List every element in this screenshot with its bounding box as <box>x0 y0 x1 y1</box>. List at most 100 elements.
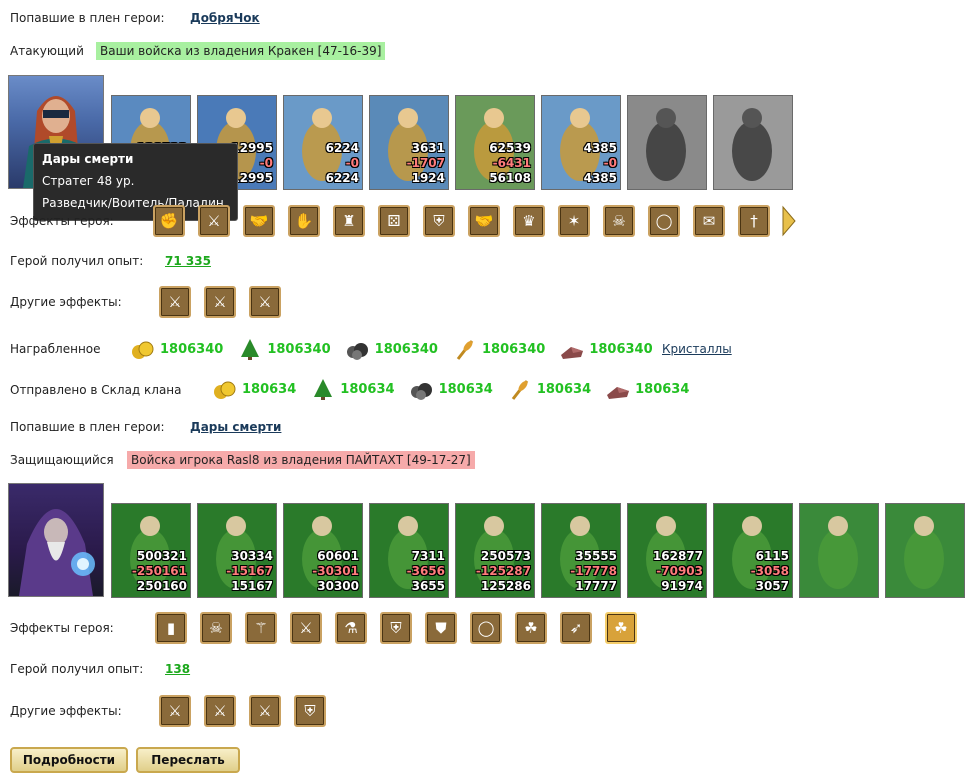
details-button[interactable]: Подробности <box>10 747 128 773</box>
defender-unit-card[interactable]: 500321 -250161 250160 <box>111 503 191 598</box>
clover-icon[interactable]: ☘ <box>605 612 637 644</box>
gold-icon <box>212 377 238 401</box>
attacker-unit-card[interactable]: 4385 -0 4385 <box>541 95 621 190</box>
clan-storage-row: 180634 180634 180634 180634 180634 <box>212 377 703 401</box>
fist-sword-icon[interactable]: ⚔ <box>249 286 281 318</box>
defender-unit-card[interactable] <box>799 503 879 598</box>
attacker-unit-card[interactable]: 62539 -6431 56108 <box>455 95 535 190</box>
attacker-unit-count-c2: -6431 <box>492 156 531 170</box>
defender-unit-count-c2: -250161 <box>131 564 187 578</box>
forward-button[interactable]: Переслать <box>136 747 240 773</box>
defender-unit-count-c1: 30334 <box>231 549 273 563</box>
amulet-icon[interactable]: ✶ <box>558 205 590 237</box>
ring-icon[interactable]: ◯ <box>648 205 680 237</box>
demon-mask-icon[interactable]: ☠ <box>603 205 635 237</box>
attacker-exp-label: Герой получил опыт: <box>10 254 144 268</box>
dagger-icon[interactable]: † <box>738 205 770 237</box>
defender-unit-count-c1: 500321 <box>136 549 187 563</box>
hand-icon[interactable]: ✋ <box>288 205 320 237</box>
door-icon[interactable]: ▮ <box>155 612 187 644</box>
ore-icon <box>409 377 435 401</box>
shield-icon[interactable]: ⛨ <box>294 695 326 727</box>
resource-amount: 180634 <box>242 381 297 397</box>
handshake-icon[interactable]: 🤝 <box>243 205 275 237</box>
clover-icon[interactable]: ☘ <box>515 612 547 644</box>
attacker-other-effects-label: Другие эффекты: <box>10 295 122 309</box>
fist-icon[interactable]: ✊ <box>153 205 185 237</box>
defender-unit-count-c3: 91974 <box>661 579 703 593</box>
defender-unit-count-c2: -3656 <box>406 564 445 578</box>
potion-icon[interactable]: ⚗ <box>335 612 367 644</box>
attacker-unit-count-c2: -0 <box>345 156 359 170</box>
fist-sword-icon[interactable]: ⚔ <box>159 286 191 318</box>
staff-icon[interactable]: ⚚ <box>245 612 277 644</box>
loot-label: Награбленное <box>10 342 101 356</box>
attacker-unit-count-c3: 4385 <box>583 171 617 185</box>
defender-unit-card[interactable]: 35555 -17778 17777 <box>541 503 621 598</box>
tower-icon[interactable]: ♜ <box>333 205 365 237</box>
fist-sword-icon[interactable]: ⚔ <box>204 695 236 727</box>
attacker-unit-count-c1: 62539 <box>489 141 531 155</box>
attacker-unit-card[interactable] <box>713 95 793 190</box>
defender-unit-card[interactable]: 6115 -3058 3057 <box>713 503 793 598</box>
golden-tower-unit-icon <box>904 516 944 589</box>
dead-angel-unit-icon <box>732 108 772 181</box>
defender-label: Защищающийся <box>10 453 114 467</box>
shield-icon[interactable]: ⛨ <box>380 612 412 644</box>
bow-icon[interactable]: ➶ <box>560 612 592 644</box>
fist-sword-icon[interactable]: ⚔ <box>290 612 322 644</box>
resource-amount: 180634 <box>635 381 690 397</box>
resource-amount: 1806340 <box>481 341 546 357</box>
attacker-unit-count-c3: 1924 <box>411 171 445 185</box>
scroll-icon[interactable]: ✉ <box>693 205 725 237</box>
defender-unit-card[interactable]: 7311 -3656 3655 <box>369 503 449 598</box>
attacker-unit-count-c2: -1707 <box>406 156 445 170</box>
defender-other-effects-label: Другие эффекты: <box>10 704 122 718</box>
defender-unit-count-c2: -30301 <box>312 564 359 578</box>
defender-unit-card[interactable]: 60601 -30301 30300 <box>283 503 363 598</box>
attacker-unit-count-c1: 6224 <box>325 141 359 155</box>
def-captured-hero-link[interactable]: Дары смерти <box>190 420 281 434</box>
defender-unit-count-c2: -125287 <box>475 564 531 578</box>
crystals-link[interactable]: Кристаллы <box>662 342 732 356</box>
wood-icon <box>237 337 263 361</box>
handshake-icon[interactable]: 🤝 <box>468 205 500 237</box>
defender-unit-count-c3: 15167 <box>231 579 273 593</box>
attacker-unit-card[interactable]: 6224 -0 6224 <box>283 95 363 190</box>
crown-icon[interactable]: ♛ <box>513 205 545 237</box>
stone-icon <box>605 377 631 401</box>
defender-unit-card[interactable] <box>885 503 965 598</box>
defender-unit-card[interactable]: 250573 -125287 125286 <box>455 503 535 598</box>
gold-icon <box>130 337 156 361</box>
captured-hero-link[interactable]: ДобряЧок <box>190 11 260 25</box>
attacker-exp-value[interactable]: 71 335 <box>165 254 211 268</box>
armor-icon[interactable]: ⛊ <box>425 612 457 644</box>
fist-sword-icon[interactable]: ⚔ <box>159 695 191 727</box>
defender-unit-count-c1: 7311 <box>411 549 445 563</box>
attacker-unit-card[interactable] <box>627 95 707 190</box>
fist-sword-icon[interactable]: ⚔ <box>249 695 281 727</box>
defender-exp-value[interactable]: 138 <box>165 662 190 676</box>
scroll-right-arrow-icon[interactable] <box>781 205 797 237</box>
dice-icon[interactable]: ⚄ <box>378 205 410 237</box>
defender-unit-card[interactable]: 162877 -70903 91974 <box>627 503 707 598</box>
skull-icon[interactable]: ☠ <box>200 612 232 644</box>
defender-unit-count-c3: 250160 <box>136 579 187 593</box>
resource-amount: 180634 <box>340 381 395 397</box>
fist-sword-icon[interactable]: ⚔ <box>204 286 236 318</box>
stone-icon <box>559 337 585 361</box>
attacker-label: Атакующий <box>10 44 84 58</box>
defender-unit-count-c1: 60601 <box>317 549 359 563</box>
defender-unit-count-c3: 3655 <box>411 579 445 593</box>
defender-unit-card[interactable]: 30334 -15167 15167 <box>197 503 277 598</box>
grain-icon <box>507 377 533 401</box>
shield-icon[interactable]: ⛨ <box>423 205 455 237</box>
resource-amount: 1806340 <box>374 341 438 357</box>
defender-hero-portrait[interactable] <box>8 483 104 597</box>
ore-icon <box>345 337 371 361</box>
wood-icon <box>310 377 336 401</box>
attacker-unit-card[interactable]: 3631 -1707 1924 <box>369 95 449 190</box>
ring-icon[interactable]: ◯ <box>470 612 502 644</box>
attacker-unit-count-c1: 3631 <box>411 141 445 155</box>
sword-icon[interactable]: ⚔ <box>198 205 230 237</box>
